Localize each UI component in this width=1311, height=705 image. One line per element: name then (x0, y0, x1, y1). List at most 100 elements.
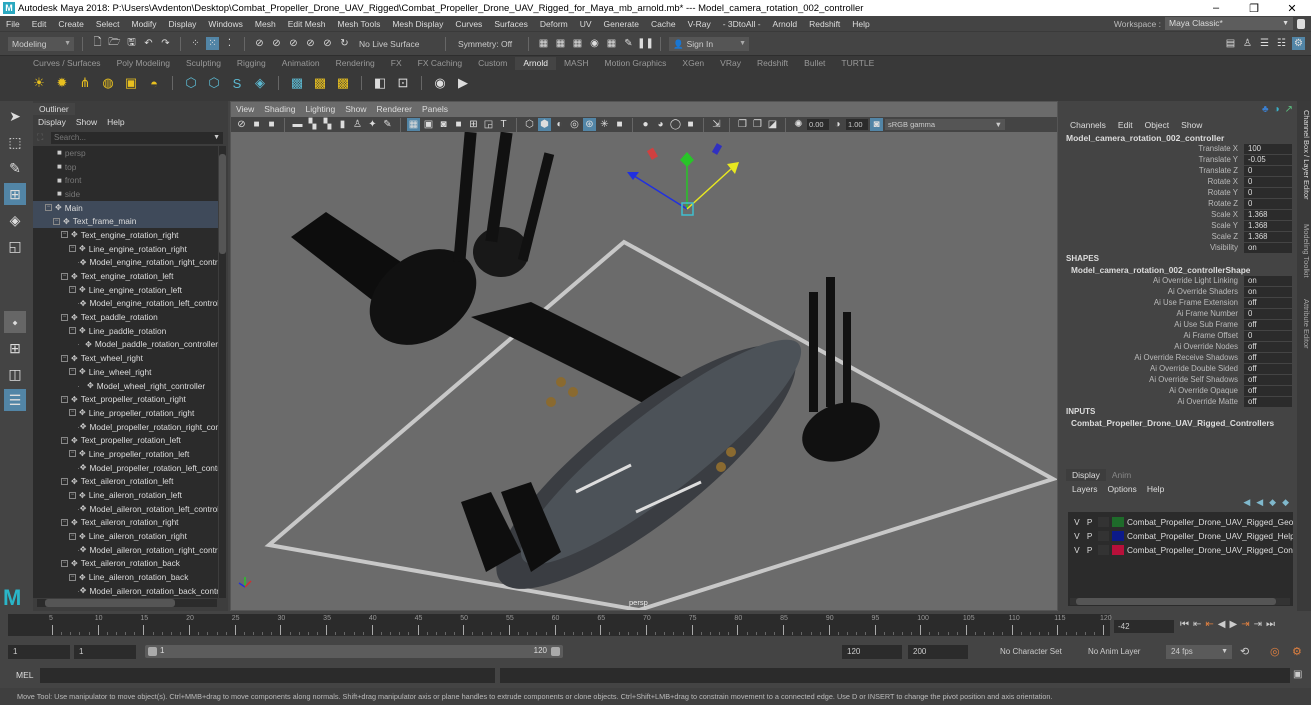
shelf-tab-redshift[interactable]: Redshift (749, 57, 796, 70)
range-end-handle[interactable] (551, 647, 560, 656)
shelf-tab-arnold[interactable]: Arnold (515, 57, 556, 70)
menu-uv[interactable]: UV (574, 19, 598, 29)
outliner-search-input[interactable]: Search... ▼ (51, 132, 223, 144)
shape-attr-label[interactable]: Ai Use Sub Frame (1062, 320, 1244, 329)
bookmark-icon[interactable]: ■ (265, 118, 278, 131)
character-set-dropdown[interactable]: No Character Set (995, 645, 1075, 659)
shape-attr-label[interactable]: Ai Override Opaque (1062, 386, 1244, 395)
layer-visibility-toggle[interactable]: V (1072, 531, 1082, 541)
motion-blur-icon[interactable]: ⊛ (583, 118, 596, 131)
outliner-item[interactable]: − ✥ Line_engine_rotation_right (33, 242, 218, 256)
wireframe-on-shaded-icon[interactable]: ◙ (437, 118, 450, 131)
3d-scene[interactable] (231, 132, 1057, 610)
current-frame-input[interactable]: -42 (1114, 620, 1174, 633)
four-pane-layout-icon[interactable]: ⊞ (4, 337, 26, 359)
viewport-menu-show[interactable]: Show (345, 104, 366, 114)
physical-sky-icon[interactable]: ◓ (145, 74, 163, 92)
minimize-button[interactable]: – (1197, 2, 1235, 15)
exposure-icon[interactable]: ✺ (792, 118, 805, 131)
menu-mesh-tools[interactable]: Mesh Tools (332, 19, 387, 29)
undo-icon[interactable]: ↶ (142, 37, 155, 50)
filter-icon[interactable]: ⛶ (37, 132, 43, 143)
collapse-icon[interactable]: − (61, 354, 68, 362)
collapse-icon[interactable]: − (69, 368, 76, 376)
layer-display-type[interactable] (1097, 530, 1110, 541)
color-space-dropdown[interactable]: sRGB gamma ▼ (885, 119, 1005, 130)
menu-curves[interactable]: Curves (449, 19, 488, 29)
menu-select[interactable]: Select (90, 19, 126, 29)
shelf-tab-custom[interactable]: Custom (470, 57, 515, 70)
headsup-icon[interactable]: ◯ (669, 118, 682, 131)
shape-attr-value[interactable]: off (1244, 363, 1292, 374)
paste-icon[interactable]: ❐ (751, 118, 764, 131)
render-settings-icon[interactable]: ◉ (588, 37, 601, 50)
xray-joints-icon[interactable]: ⬢ (538, 118, 551, 131)
outliner-item[interactable]: · ✥ Model_wheel_right_controller (33, 379, 218, 393)
command-language-label[interactable]: MEL (16, 670, 33, 680)
shelf-tab-xgen[interactable]: XGen (674, 57, 712, 70)
channel-label[interactable]: Rotate Z (1062, 199, 1244, 208)
snap-view-plane-icon[interactable]: ⊘ (304, 37, 317, 50)
layer-menu-options[interactable]: Options (1108, 484, 1137, 494)
outliner-item[interactable]: ·✥Model_aileron_rotation_back_controller (33, 584, 218, 598)
shelf-tab-vray[interactable]: VRay (712, 57, 749, 70)
shape-attr-value[interactable]: off (1244, 352, 1292, 363)
menu-arnold[interactable]: Arnold (767, 19, 804, 29)
export-standin-icon[interactable]: ⬡ (205, 74, 223, 92)
symmetry-dropdown[interactable]: Symmetry: Off (454, 36, 520, 51)
scroll-thumb[interactable] (219, 154, 226, 254)
collapse-icon[interactable]: − (45, 204, 52, 212)
layer-color-swatch[interactable] (1112, 544, 1124, 555)
menu-file[interactable]: File (0, 19, 26, 29)
outliner-item[interactable]: − ✥ Line_wheel_right (33, 365, 218, 379)
image-plane-icon[interactable]: ▬ (291, 118, 304, 131)
render-frame-icon[interactable]: ▦ (537, 37, 550, 50)
step-forward-key-icon[interactable]: ⇥ (1254, 619, 1262, 630)
collapse-icon[interactable]: − (69, 327, 76, 335)
shelf-tab-poly-modeling[interactable]: Poly Modeling (109, 57, 178, 70)
outliner-item[interactable]: ·✥Model_propeller_rotation_left_controll… (33, 461, 218, 475)
shape-attr-value[interactable]: off (1244, 341, 1292, 352)
tool-settings-icon[interactable]: ☷ (1275, 37, 1288, 50)
render-view-icon[interactable]: ✎ (622, 37, 635, 50)
tab-attribute-editor[interactable]: Attribute Editor (1297, 291, 1311, 356)
layer-hscroll[interactable] (1070, 598, 1290, 605)
shelf-tab-fx[interactable]: FX (383, 57, 410, 70)
viewport-menu-panels[interactable]: Panels (422, 104, 448, 114)
outliner-menu-show[interactable]: Show (76, 117, 97, 127)
save-scene-icon[interactable]: 🖫 (125, 37, 138, 50)
shelf-tab-animation[interactable]: Animation (274, 57, 328, 70)
tab-channel-box-layer-editor[interactable]: Channel Box / Layer Editor (1297, 107, 1311, 202)
two-pane-layout-icon[interactable]: ◫ (4, 363, 26, 385)
layer-menu-help[interactable]: Help (1147, 484, 1164, 494)
channel-value[interactable]: 0 (1244, 187, 1292, 198)
photometric-light-icon[interactable]: ⋔ (76, 74, 94, 92)
anim-layer-dropdown[interactable]: No Anim Layer (1083, 645, 1158, 659)
menu-surfaces[interactable]: Surfaces (488, 19, 534, 29)
viewport-menu-view[interactable]: View (236, 104, 254, 114)
collapse-icon[interactable]: − (61, 231, 68, 239)
create-standin-icon[interactable]: ⬡ (182, 74, 200, 92)
collapse-icon[interactable]: − (69, 409, 76, 417)
step-back-frame-icon[interactable]: ⇤ (1205, 619, 1213, 630)
rotate-tool-icon[interactable]: ◈ (4, 209, 26, 231)
2d-pan-zoom-icon[interactable]: ▚ (306, 118, 319, 131)
outliner-vscroll[interactable] (219, 146, 226, 598)
ipr-icon[interactable]: ⊡ (394, 74, 412, 92)
shape-attr-label[interactable]: Ai Override Matte (1062, 397, 1244, 406)
shape-attr-value[interactable]: on (1244, 286, 1292, 297)
menu-cache[interactable]: Cache (645, 19, 682, 29)
shelf-tab-rendering[interactable]: Rendering (328, 57, 383, 70)
outliner-hscroll[interactable] (37, 599, 217, 607)
menu-windows[interactable]: Windows (202, 19, 248, 29)
shape-attr-label[interactable]: Ai Frame Number (1062, 309, 1244, 318)
go-to-start-icon[interactable]: ⏮ (1180, 619, 1189, 630)
playback-start-input[interactable]: 1 (74, 645, 136, 659)
shelf-tab-turtle[interactable]: TURTLE (833, 57, 882, 70)
menu-v-ray[interactable]: V-Ray (682, 19, 717, 29)
lock-icon[interactable] (1297, 18, 1305, 29)
shelf-tab-curves-surfaces[interactable]: Curves / Surfaces (25, 57, 109, 70)
new-scene-icon[interactable]: 🗋 (91, 37, 104, 50)
step-back-key-icon[interactable]: ⇤ (1193, 619, 1201, 630)
outliner-item[interactable]: · ✥ Model_engine_rotation_left_controller (33, 297, 218, 311)
